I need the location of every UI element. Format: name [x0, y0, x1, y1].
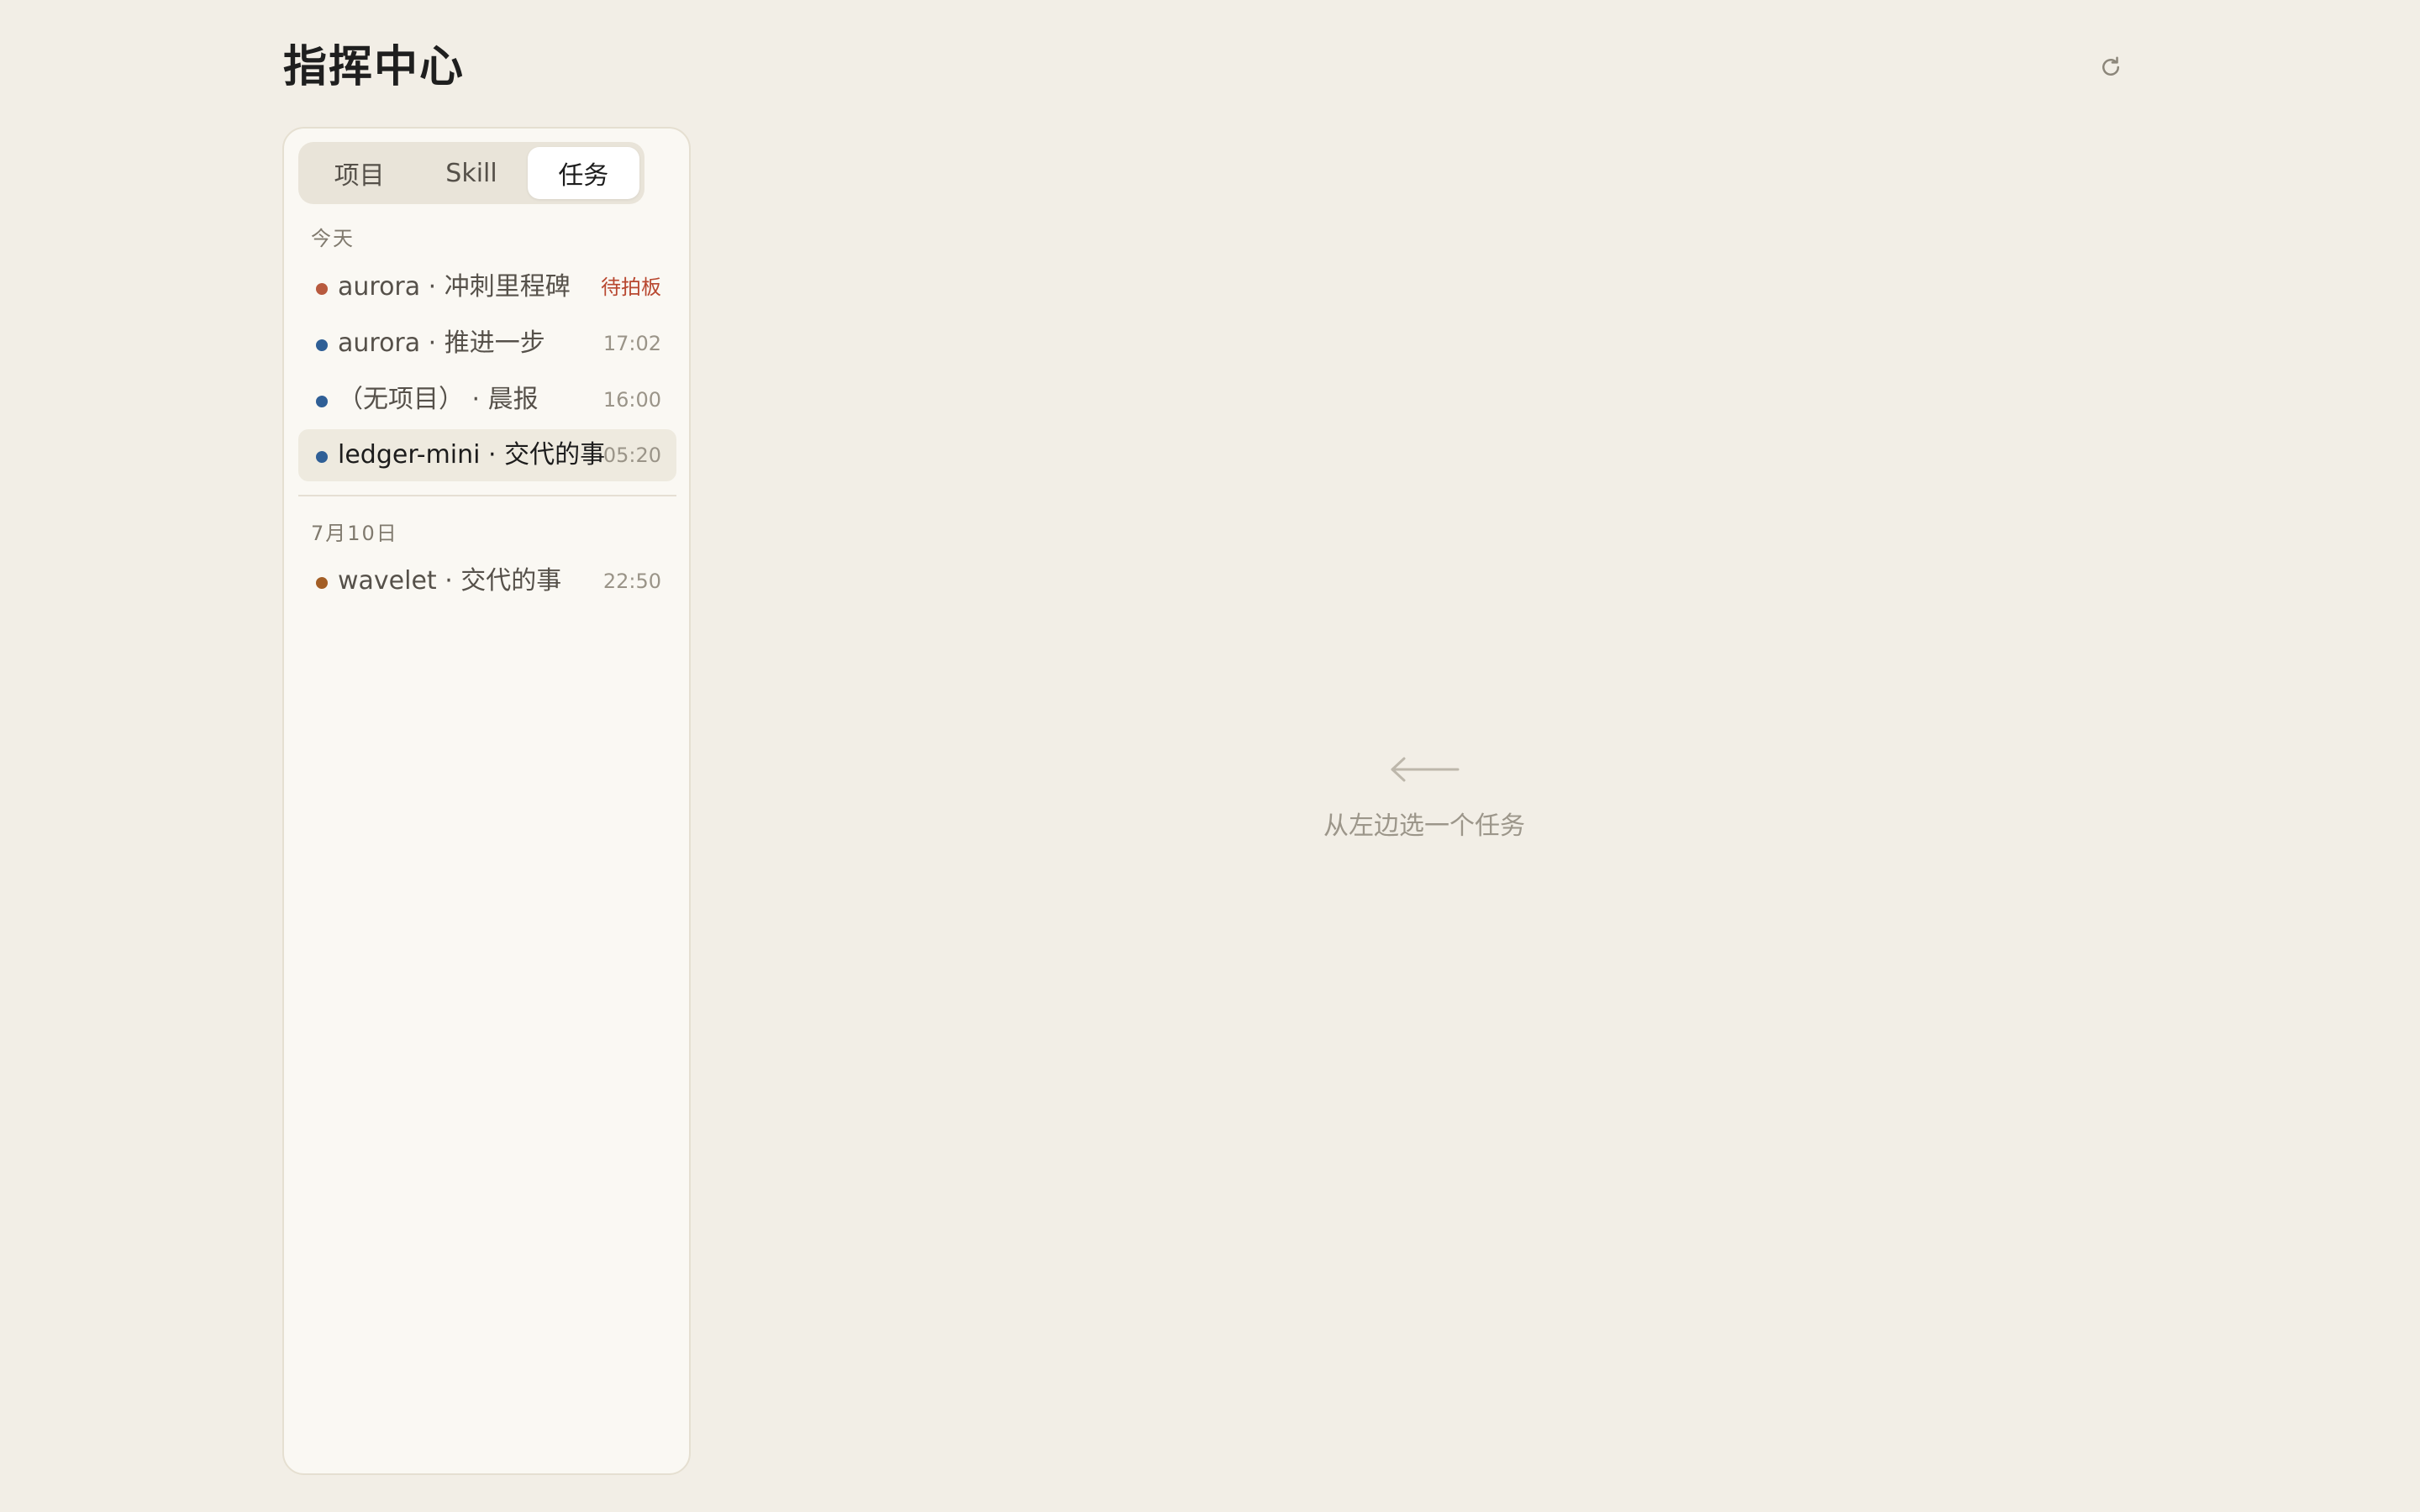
task-time: 05:20	[602, 444, 661, 467]
task-row[interactable]: wavelet · 交代的事 22:50	[298, 555, 676, 607]
task-row[interactable]: aurora · 推进一步 17:02	[298, 318, 676, 370]
task-sidebar: 项目 Skill 任务 今天 aurora · 冲刺里程碑 待拍板 aurora…	[282, 127, 691, 1475]
status-dot	[316, 577, 328, 589]
task-row[interactable]: （无项目） · 晨报 16:00	[298, 374, 676, 426]
task-title: aurora · 推进一步	[338, 328, 545, 358]
task-title: aurora · 冲刺里程碑	[338, 272, 571, 302]
tab-tasks[interactable]: 任务	[527, 147, 639, 199]
empty-state-message: 从左边选一个任务	[1323, 811, 1525, 841]
task-time: 22:50	[602, 570, 661, 593]
sidebar-tabs: 项目 Skill 任务	[298, 142, 644, 204]
task-time: 17:02	[602, 332, 661, 355]
task-row-selected[interactable]: ledger-mini · 交代的事 05:20	[298, 429, 676, 481]
refresh-button[interactable]	[2096, 52, 2126, 82]
task-title: ledger-mini · 交代的事	[338, 440, 606, 470]
status-dot	[316, 396, 328, 407]
tab-skill[interactable]: Skill	[415, 147, 527, 199]
page-title: 指挥中心	[283, 41, 466, 92]
tab-projects[interactable]: 项目	[303, 147, 415, 199]
task-row[interactable]: aurora · 冲刺里程碑 待拍板	[298, 261, 676, 313]
arrow-left-icon	[1391, 757, 1460, 782]
task-title: （无项目） · 晨报	[338, 385, 539, 414]
status-dot	[316, 283, 328, 295]
empty-state: 从左边选一个任务	[1260, 754, 1588, 842]
status-dot	[316, 451, 328, 463]
group-divider	[298, 495, 676, 496]
task-time: 16:00	[602, 388, 661, 412]
group-header-today: 今天	[311, 227, 355, 250]
status-dot	[316, 339, 328, 351]
task-title: wavelet · 交代的事	[338, 566, 562, 596]
task-status-badge: 待拍板	[601, 276, 661, 299]
group-header-date: 7月10日	[311, 522, 398, 545]
refresh-icon	[2102, 56, 2119, 76]
